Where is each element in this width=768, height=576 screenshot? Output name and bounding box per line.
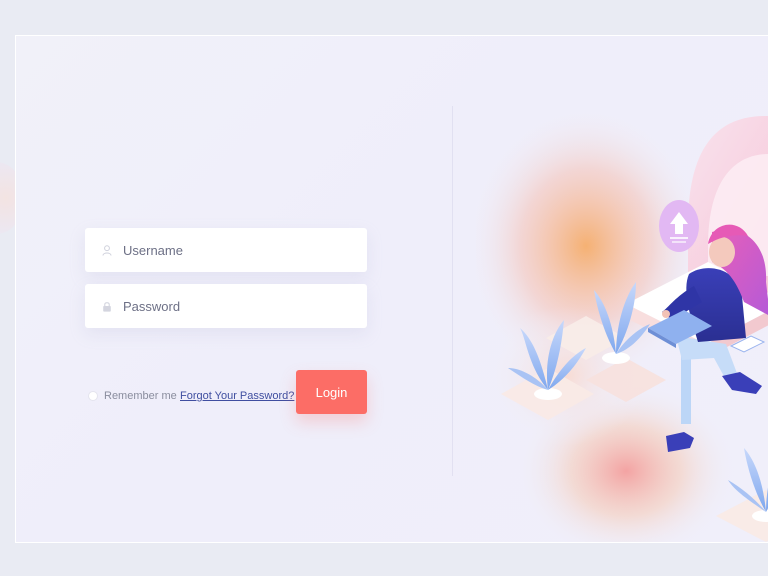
- username-field[interactable]: [85, 228, 367, 272]
- username-input[interactable]: [123, 242, 343, 258]
- password-field[interactable]: [85, 284, 367, 328]
- forgot-password-link[interactable]: Forgot Your Password?: [180, 390, 294, 402]
- person-hand: [662, 310, 670, 318]
- remember-checkbox[interactable]: [88, 391, 98, 401]
- login-page: Remember me Forgot Your Password? Login: [0, 0, 768, 576]
- person-face: [709, 237, 735, 267]
- workspace-illustration: [476, 106, 768, 542]
- remember-label: Remember me: [104, 390, 177, 402]
- login-button[interactable]: Login: [296, 370, 367, 414]
- lock-icon: [101, 300, 113, 312]
- shoe-icon: [722, 372, 762, 394]
- remember-me[interactable]: Remember me: [88, 390, 177, 402]
- user-icon: [101, 244, 113, 256]
- login-card: Remember me Forgot Your Password? Login: [15, 35, 768, 543]
- password-input[interactable]: [123, 298, 343, 314]
- divider: [452, 106, 453, 476]
